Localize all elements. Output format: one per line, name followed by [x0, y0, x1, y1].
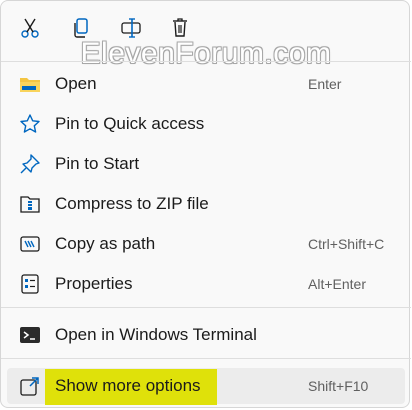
menu-item-properties[interactable]: Properties Alt+Enter: [7, 266, 405, 302]
menu-item-label: Show more options: [55, 376, 201, 395]
menu-item-open-terminal[interactable]: Open in Windows Terminal: [7, 317, 405, 353]
terminal-icon: [19, 324, 41, 346]
menu-item-shortcut: Shift+F10: [308, 378, 369, 394]
more-options-icon: [19, 375, 41, 397]
menu-item-label: Open: [55, 74, 97, 93]
menu-item-label: Pin to Start: [55, 154, 140, 173]
separator: [1, 358, 411, 359]
zip-icon: [19, 193, 41, 215]
menu-item-label: Compress to ZIP file: [55, 194, 209, 213]
separator: [1, 307, 411, 308]
menu-item-label: Open in Windows Terminal: [55, 325, 257, 344]
pin-icon: [19, 153, 41, 175]
menu-item-show-more-options-content[interactable]: Show more options Shift+F10: [7, 368, 405, 404]
menu-item-copy-as-path[interactable]: Copy as path Ctrl+Shift+C: [7, 226, 405, 262]
properties-icon: [19, 273, 41, 295]
context-menu: ElevenForum.com Open Enter Pin to Quick …: [0, 0, 411, 408]
rename-icon: [121, 18, 141, 38]
menu-item-label: Pin to Quick access: [55, 114, 205, 133]
menu-item-pin-start[interactable]: Pin to Start: [7, 146, 405, 182]
menu-item-shortcut: Enter: [308, 76, 342, 92]
menu-item-pin-quick-access[interactable]: Pin to Quick access: [7, 106, 405, 142]
menu-item-compress-zip[interactable]: Compress to ZIP file: [7, 186, 405, 222]
star-icon: [19, 113, 41, 135]
trash-icon: [173, 18, 187, 37]
menu-item-shortcut: Ctrl+Shift+C: [308, 236, 385, 252]
menu-item-open[interactable]: Open Enter: [7, 66, 405, 102]
separator: [1, 61, 411, 62]
scissors-icon: [21, 18, 39, 38]
menu-item-label: Properties: [55, 274, 133, 293]
copy-path-icon: [19, 233, 41, 255]
menu-item-shortcut: Alt+Enter: [308, 276, 366, 292]
menu-item-label: Copy as path: [55, 234, 156, 253]
folder-icon: [19, 73, 41, 95]
copy-icon: [74, 18, 88, 38]
